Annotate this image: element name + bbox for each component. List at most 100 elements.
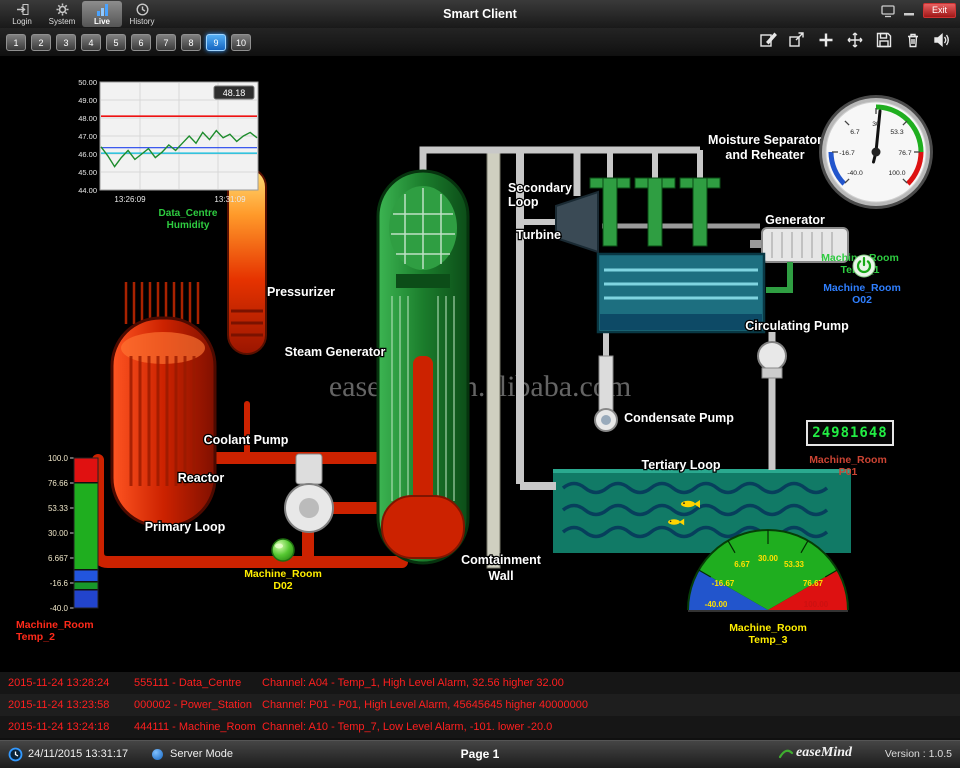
semi-gauge-widget: -40.00 -16.67 6.67 30.00 53.33 76.67 100… (683, 522, 853, 614)
page-button-5[interactable]: 5 (106, 34, 126, 51)
semi-tick: -40.00 (705, 600, 728, 609)
secondary-loop-label: Secondary (508, 181, 572, 195)
bar-gauge-widget: 100.0 76.66 53.33 30.00 6.667 -16.6 -40.… (28, 450, 132, 618)
titlebar: Login System (0, 0, 960, 28)
alarm-station: 444111 - Machine_Room (134, 721, 262, 733)
server-mode-label: Server Mode (170, 748, 233, 760)
delete-icon[interactable] (904, 31, 922, 49)
page-button-2[interactable]: 2 (31, 34, 51, 51)
clock-icon (8, 747, 23, 762)
trend-station-label: Data_Centre (159, 208, 218, 219)
trend-y-label: 48.00 (78, 114, 97, 123)
page-toolbar: 1 2 3 4 5 6 7 8 9 10 (0, 28, 960, 56)
power-switch-label: Machine_RoomO02 (808, 282, 916, 306)
containment-wall (487, 148, 500, 568)
trend-current-value: 48.18 (223, 88, 246, 98)
statusbar-datetime: 24/11/2015 13:31:17 (28, 748, 128, 760)
pressurizer-label: Pressurizer (267, 285, 335, 299)
alarm-time: 2015-11-24 13:23:58 (8, 699, 134, 711)
condensate-pump-label: Condensate Pump (624, 411, 734, 425)
volume-icon[interactable] (933, 31, 952, 49)
bar-tick: 6.667 (48, 554, 69, 563)
exit-button[interactable]: Exit (923, 3, 956, 18)
page-button-7[interactable]: 7 (156, 34, 176, 51)
main-canvas: easemind.en.alibaba.com (0, 56, 960, 672)
tab-login-label: Login (12, 17, 32, 26)
dial-tick: 53.3 (890, 129, 903, 136)
alarm-row[interactable]: 2015-11-24 13:28:24 555111 - Data_Centre… (0, 672, 960, 694)
alarm-row[interactable]: 2015-11-24 13:23:58 000002 - Power_Stati… (0, 694, 960, 716)
bar-segment-low3 (74, 590, 98, 608)
page-button-9[interactable]: 9 (206, 34, 226, 51)
page-button-1[interactable]: 1 (6, 34, 26, 51)
dial-tick: 6.7 (850, 129, 860, 136)
trend-x-label-start: 13:26:09 (114, 195, 146, 204)
bar-segment-normal (74, 483, 98, 570)
trend-y-label: 50.00 (78, 78, 97, 87)
export-icon[interactable] (788, 31, 806, 49)
server-mode-indicator (152, 749, 163, 760)
tertiary-loop-label: Tertiary Loop (642, 458, 721, 472)
page-button-8[interactable]: 8 (181, 34, 201, 51)
secondary-loop-label2: Loop (508, 195, 539, 209)
page-button-10[interactable]: 10 (231, 34, 251, 51)
bar-tick: -16.6 (50, 579, 69, 588)
turbine-body (556, 192, 598, 252)
semi-tick: 76.67 (803, 579, 824, 588)
alarm-row[interactable]: 2015-11-24 13:24:18 444111 - Machine_Roo… (0, 716, 960, 738)
semi-tick: -16.67 (712, 579, 735, 588)
power-icon (851, 253, 877, 279)
trend-channel-label: Humidity (167, 220, 210, 231)
edit-icon[interactable] (759, 31, 777, 49)
display-switch-icon[interactable] (881, 4, 896, 18)
circulating-pump (758, 342, 786, 378)
dial-gauge-widget: -40.0 -16.7 6.7 30 53.3 76.7 100.0 (818, 94, 938, 214)
minimize-button[interactable] (903, 4, 916, 18)
bar-segment-low1 (74, 570, 98, 582)
alarm-station: 555111 - Data_Centre (134, 677, 262, 689)
lamp-indicator-label: Machine_RoomD02 (243, 568, 323, 592)
bar-gauge-label: Machine_RoomTemp_2 (16, 619, 136, 643)
trend-y-label: 46.00 (78, 150, 97, 159)
alarm-message: Channel: A10 - Temp_7, Low Level Alarm, … (262, 721, 960, 733)
login-icon (16, 3, 29, 16)
dial-tick: 76.7 (898, 150, 911, 157)
tab-live[interactable]: Live (82, 1, 122, 27)
save-icon[interactable] (875, 31, 893, 49)
tab-history[interactable]: History (122, 1, 162, 27)
tab-history-label: History (130, 17, 155, 26)
gear-icon (56, 3, 69, 16)
page-button-3[interactable]: 3 (56, 34, 76, 51)
alarm-time: 2015-11-24 13:28:24 (8, 677, 134, 689)
history-clock-icon (136, 3, 149, 16)
alarm-message: Channel: A04 - Temp_1, High Level Alarm,… (262, 677, 960, 689)
add-icon[interactable] (817, 31, 835, 49)
bar-tick: 53.33 (48, 504, 69, 513)
lamp-indicator (260, 536, 306, 571)
semi-tick: 30.00 (758, 554, 779, 563)
tab-system[interactable]: System (42, 1, 82, 27)
watermark-text: easemind.en.alibaba.com (329, 370, 631, 403)
digital-display-value: 24981648 (812, 425, 887, 441)
bar-tick: 30.00 (48, 529, 69, 538)
reactor-label: Reactor (178, 471, 225, 485)
coolant-pump-label: Coolant Pump (204, 433, 289, 447)
primary-loop-label: Primary Loop (145, 520, 226, 534)
trend-y-label: 49.00 (78, 96, 97, 105)
nav-tabs: Login System (2, 0, 162, 28)
containment-wall-label: Comtainment (461, 553, 542, 567)
containment-wall-label2: Wall (488, 569, 513, 583)
dial-tick: -16.7 (839, 150, 855, 157)
trend-y-label: 47.00 (78, 132, 97, 141)
coolant-pump (285, 454, 388, 532)
move-icon[interactable] (846, 31, 864, 49)
semi-tick: 53.33 (784, 560, 805, 569)
live-chart-icon (96, 3, 109, 16)
page-button-4[interactable]: 4 (81, 34, 101, 51)
tab-login[interactable]: Login (2, 1, 42, 27)
alarm-time: 2015-11-24 13:24:18 (8, 721, 134, 733)
page-button-6[interactable]: 6 (131, 34, 151, 51)
power-switch-button[interactable] (851, 253, 877, 284)
status-bar: 24/11/2015 13:31:17 Server Mode Page 1 e… (0, 740, 960, 768)
tab-live-label: Live (94, 17, 110, 26)
